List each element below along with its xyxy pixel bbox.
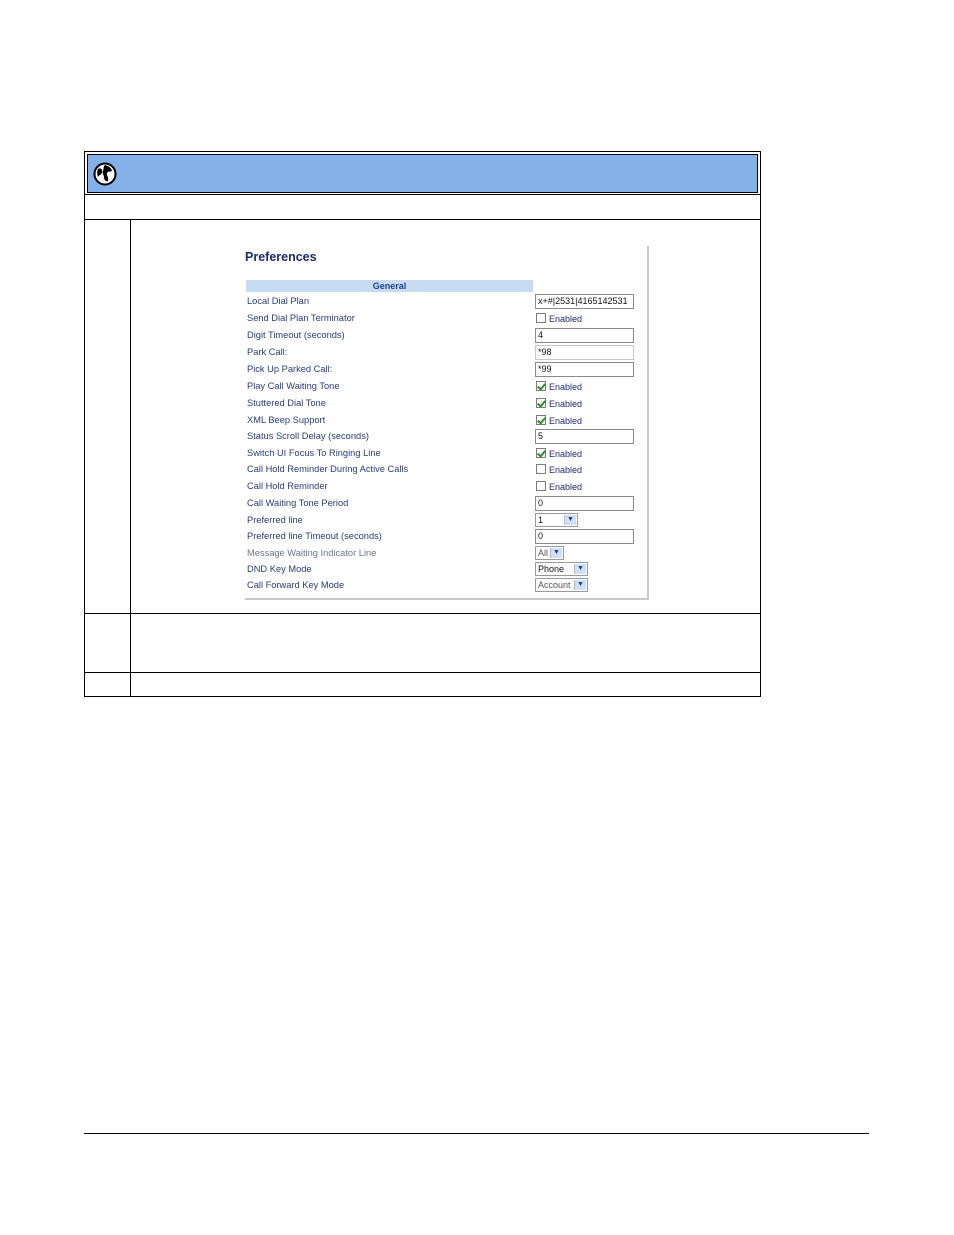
select-value: Account: [538, 580, 571, 590]
pick-up-parked-call-row: Pick Up Parked Call: *99: [245, 362, 645, 379]
checkbox-label: Enabled: [549, 399, 583, 409]
status-scroll-delay-row: Status Scroll Delay (seconds) 5: [245, 429, 645, 446]
park-call-row: Park Call: *98: [245, 345, 645, 362]
dnd-key-mode-row: DND Key Mode Phone ▼: [245, 562, 645, 579]
field-label: Call Waiting Tone Period: [247, 498, 349, 508]
preferred-line-timeout-row: Preferred line Timeout (seconds) 0: [245, 529, 645, 546]
chevron-down-icon: ▼: [574, 580, 586, 590]
table-divider: [85, 194, 760, 195]
field-label: Digit Timeout (seconds): [247, 330, 345, 340]
field-label: DND Key Mode: [247, 564, 312, 574]
select-value: 1: [538, 515, 544, 525]
select-value: All: [538, 548, 549, 558]
table-divider: [85, 219, 760, 220]
checkbox-label: Enabled: [549, 416, 583, 426]
field-label: Stuttered Dial Tone: [247, 398, 326, 408]
local-dial-plan-input[interactable]: x+#|2531|4165142531: [535, 294, 634, 309]
switch-ui-focus-row: Switch UI Focus To Ringing Line Enabled: [245, 446, 645, 463]
checkbox-label: Enabled: [549, 382, 583, 392]
play-call-waiting-tone-row: Play Call Waiting Tone Enabled: [245, 379, 645, 396]
call-forward-key-mode-select[interactable]: Account ▼: [535, 578, 588, 592]
select-value: Phone: [538, 564, 565, 574]
local-dial-plan-row: Local Dial Plan x+#|2531|4165142531: [245, 294, 645, 311]
field-label: Message Waiting Indicator Line: [247, 548, 377, 558]
chevron-down-icon: ▼: [564, 515, 576, 525]
preferred-line-row: Preferred line 1 ▼: [245, 513, 645, 530]
dnd-key-mode-select[interactable]: Phone ▼: [535, 562, 588, 576]
status-scroll-delay-input[interactable]: 5: [535, 429, 634, 444]
table-header-bar: [87, 154, 758, 193]
send-dial-plan-terminator-row: Send Dial Plan Terminator Enabled: [245, 311, 645, 328]
call-hold-reminder-active-checkbox[interactable]: [536, 464, 546, 474]
xml-beep-support-row: XML Beep Support Enabled: [245, 413, 645, 430]
call-waiting-tone-period-row: Call Waiting Tone Period 0: [245, 496, 645, 513]
field-label: Call Hold Reminder: [247, 481, 328, 491]
preferred-line-timeout-input[interactable]: 0: [535, 529, 634, 544]
preferred-line-select[interactable]: 1 ▼: [535, 513, 578, 527]
field-label: Call Forward Key Mode: [247, 580, 345, 590]
table-divider: [85, 613, 760, 614]
digit-timeout-row: Digit Timeout (seconds) 4: [245, 328, 645, 345]
pick-up-parked-call-input[interactable]: *99: [535, 362, 634, 377]
call-hold-reminder-row: Call Hold Reminder Enabled: [245, 479, 645, 496]
field-label: Park Call:: [247, 347, 288, 357]
field-label: Switch UI Focus To Ringing Line: [247, 448, 381, 458]
checkbox-label: Enabled: [549, 465, 583, 475]
chevron-down-icon: ▼: [550, 548, 562, 558]
call-waiting-tone-period-input[interactable]: 0: [535, 496, 634, 511]
field-label: Preferred line: [247, 515, 303, 525]
digit-timeout-input[interactable]: 4: [535, 328, 634, 343]
play-call-waiting-tone-checkbox[interactable]: [536, 381, 546, 391]
globe-icon: [93, 162, 117, 186]
page-title: Preferences: [245, 250, 317, 264]
checkbox-label: Enabled: [549, 482, 583, 492]
field-label: Preferred line Timeout (seconds): [247, 531, 382, 541]
xml-beep-support-checkbox[interactable]: [536, 415, 546, 425]
send-dial-plan-terminator-checkbox[interactable]: [536, 313, 546, 323]
checkbox-label: Enabled: [549, 314, 583, 324]
table-divider: [85, 672, 760, 673]
field-label: Status Scroll Delay (seconds): [247, 431, 369, 441]
field-label: Pick Up Parked Call:: [247, 364, 333, 374]
preferences-panel: Preferences General Local Dial Plan x+#|…: [245, 246, 649, 600]
field-label: Play Call Waiting Tone: [247, 381, 340, 391]
footer-rule: [84, 1133, 869, 1134]
field-label: Call Hold Reminder During Active Calls: [247, 464, 409, 474]
section-header-general: General: [246, 280, 533, 292]
mwi-line-row: Message Waiting Indicator Line All ▼: [245, 546, 645, 563]
stuttered-dial-tone-row: Stuttered Dial Tone Enabled: [245, 396, 645, 413]
call-hold-reminder-checkbox[interactable]: [536, 481, 546, 491]
call-forward-key-mode-row: Call Forward Key Mode Account ▼: [245, 578, 645, 595]
switch-ui-focus-checkbox[interactable]: [536, 448, 546, 458]
field-label: Send Dial Plan Terminator: [247, 313, 355, 323]
field-label: XML Beep Support: [247, 415, 326, 425]
call-hold-reminder-active-row: Call Hold Reminder During Active Calls E…: [245, 462, 645, 479]
stuttered-dial-tone-checkbox[interactable]: [536, 398, 546, 408]
park-call-input[interactable]: *98: [535, 345, 634, 360]
chevron-down-icon: ▼: [574, 564, 586, 574]
field-label: Local Dial Plan: [247, 296, 310, 306]
mwi-line-select[interactable]: All ▼: [535, 546, 564, 560]
step-column-divider: [130, 219, 131, 697]
checkbox-label: Enabled: [549, 449, 583, 459]
